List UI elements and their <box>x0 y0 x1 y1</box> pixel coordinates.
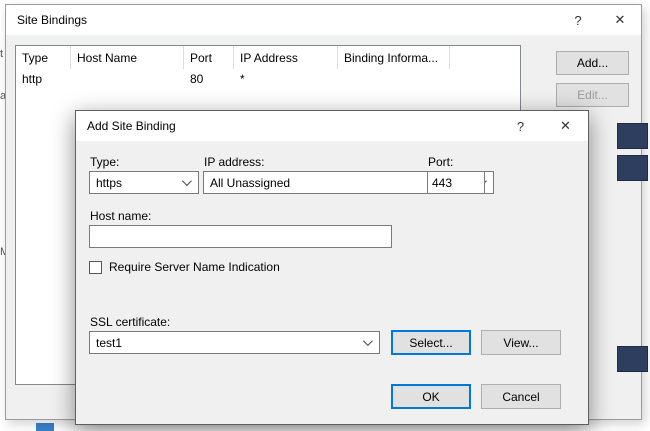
column-header-port[interactable]: Port <box>184 46 234 69</box>
table-row[interactable]: http 80 * <box>16 69 520 88</box>
cell-port: 80 <box>184 72 234 86</box>
partially-hidden-button <box>617 123 648 149</box>
ssl-certificate-dropdown[interactable]: test1 <box>89 331 380 354</box>
type-dropdown[interactable]: https <box>89 171 199 194</box>
view-button[interactable]: View... <box>481 330 561 355</box>
bindings-list-header: Type Host Name Port IP Address Binding I… <box>16 46 520 69</box>
site-bindings-title: Site Bindings <box>17 13 87 27</box>
host-name-input[interactable] <box>89 225 392 248</box>
ssl-certificate-label: SSL certificate: <box>90 315 170 329</box>
ok-button[interactable]: OK <box>391 384 471 409</box>
screen: t a M Site Bindings ? ✕ Type Host Name P… <box>0 0 650 431</box>
sni-row: Require Server Name Indication <box>89 260 280 274</box>
port-label: Port: <box>428 155 453 169</box>
add-site-binding-titlebar[interactable]: Add Site Binding ? ✕ <box>76 111 588 141</box>
sni-label: Require Server Name Indication <box>109 260 280 274</box>
edit-button: Edit... <box>556 83 629 107</box>
help-icon[interactable]: ? <box>557 5 599 35</box>
column-header-type[interactable]: Type <box>16 46 71 69</box>
ip-address-dropdown-value: All Unassigned <box>210 176 290 190</box>
host-name-label: Host name: <box>90 209 151 223</box>
site-bindings-titlebar[interactable]: Site Bindings ? ✕ <box>6 5 641 35</box>
column-header-host-name[interactable]: Host Name <box>71 46 184 69</box>
type-label: Type: <box>90 155 119 169</box>
cell-ip-address: * <box>234 72 338 86</box>
sni-checkbox[interactable] <box>89 261 102 274</box>
cancel-button[interactable]: Cancel <box>481 384 561 409</box>
partially-hidden-button <box>617 155 648 181</box>
type-dropdown-value: https <box>96 176 122 190</box>
chevron-down-icon <box>363 336 373 346</box>
add-site-binding-dialog: Add Site Binding ? ✕ Type: https IP addr… <box>75 110 589 425</box>
chevron-down-icon <box>182 176 192 186</box>
cell-type: http <box>16 72 71 86</box>
column-header-binding-info[interactable]: Binding Informa... <box>338 46 450 69</box>
column-header-ip-address[interactable]: IP Address <box>234 46 338 69</box>
close-icon[interactable]: ✕ <box>543 111 588 141</box>
select-button[interactable]: Select... <box>391 330 471 355</box>
partially-hidden-button <box>617 346 648 372</box>
add-button[interactable]: Add... <box>556 51 629 75</box>
close-icon[interactable]: ✕ <box>599 5 641 35</box>
help-icon[interactable]: ? <box>498 111 543 141</box>
ssl-certificate-dropdown-value: test1 <box>96 336 122 350</box>
add-site-binding-title: Add Site Binding <box>87 119 176 133</box>
background-accent-fragment <box>36 423 54 431</box>
port-input[interactable] <box>427 171 485 194</box>
column-header-filler <box>450 46 520 69</box>
ip-address-label: IP address: <box>204 155 264 169</box>
